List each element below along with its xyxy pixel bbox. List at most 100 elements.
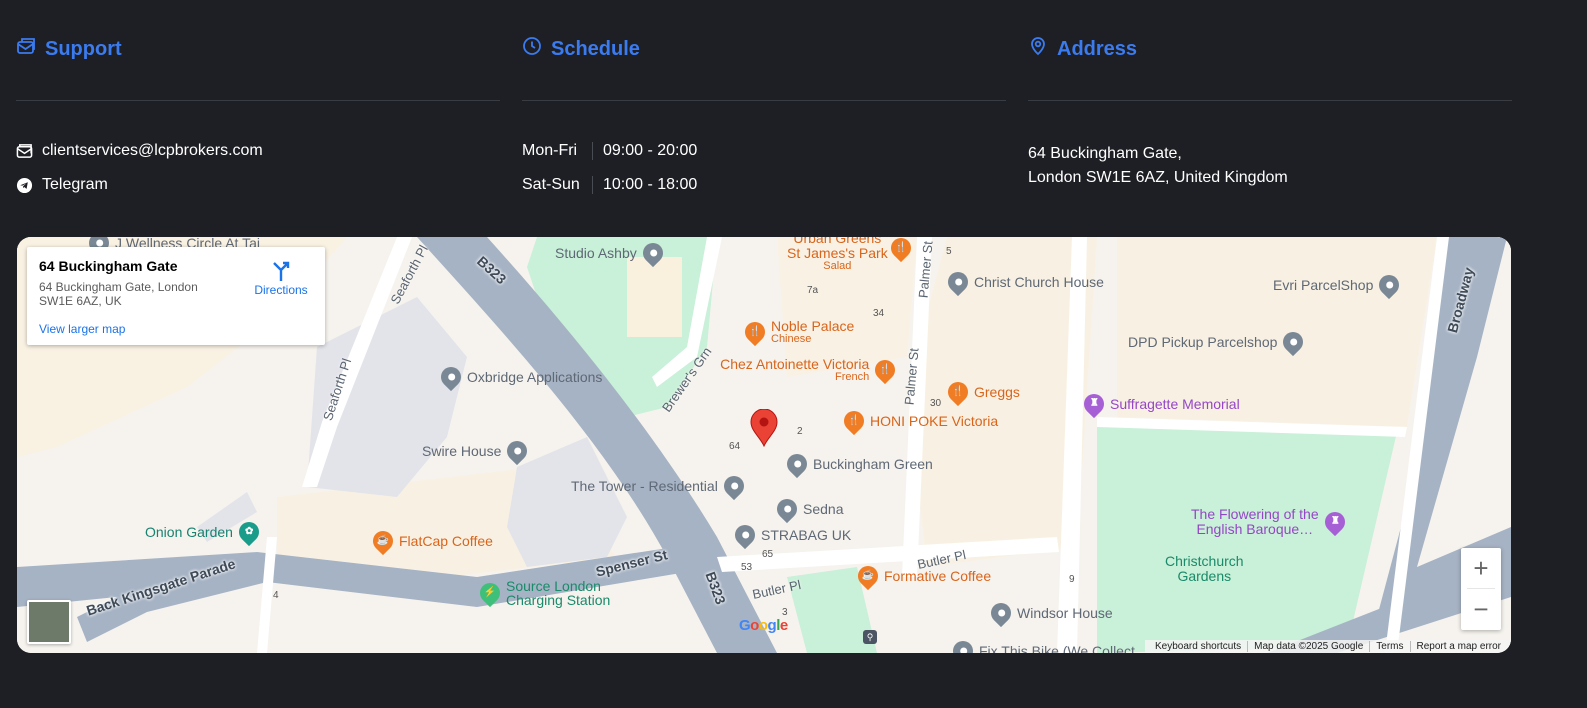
schedule-hours: 09:00 - 20:00 [603,142,698,159]
monument-icon: ♜ [1079,389,1109,419]
poi-christ-church-house[interactable]: Christ Church House [943,267,1104,297]
poi-chez-antoinette[interactable]: Chez Antoinette Victoria French 🍴 [717,355,900,385]
house-number: 30 [930,398,942,409]
bike-icon: ⚲ [863,630,877,644]
zoom-controls: + − [1461,548,1501,630]
support-title: Support [45,37,122,60]
place-pin-icon [772,494,802,524]
place-pin-icon [1375,270,1404,300]
telegram-row: Telegram [16,176,108,194]
poi-the-tower[interactable]: The Tower - Residential [571,471,748,501]
charging-icon: ⚡ [475,578,505,608]
clock-icon [522,36,542,62]
place-pin-icon [730,520,760,550]
keyboard-shortcuts-link[interactable]: Keyboard shortcuts [1149,641,1247,652]
place-pin-icon [782,449,812,479]
restaurant-icon: 🍴 [740,317,770,347]
house-number: 4 [273,590,279,601]
poi-buckingham-green[interactable]: Buckingham Green [782,449,933,479]
poi-source-london[interactable]: ⚡ Source London Charging Station [475,578,610,608]
directions-label: Directions [254,283,308,297]
place-name: 64 Buckingham Gate [39,258,178,274]
house-number: 7a [807,285,819,296]
place-pin-icon [719,471,748,501]
place-pin-icon [986,598,1016,628]
poi-restaurant-pin[interactable]: 🍴 [886,237,916,263]
divider [16,100,500,101]
schedule-days: Mon-Fri [522,142,593,160]
schedule-heading: Schedule [522,36,640,62]
mail-icon [16,143,33,160]
house-number: 34 [873,308,885,319]
location-pin-icon [1028,36,1048,62]
place-pin-icon [436,362,466,392]
poi-noble-palace[interactable]: 🍴 Noble Palace Chinese [740,317,854,347]
location-marker-icon[interactable] [750,409,778,447]
poi-evri[interactable]: Evri ParcelShop [1273,270,1404,300]
directions-icon [273,261,290,281]
place-address: 64 Buckingham Gate, London SW1E 6AZ, UK [39,280,198,308]
poi-windsor[interactable]: Windsor House [986,598,1113,628]
poi-sedna[interactable]: Sedna [772,494,843,524]
place-pin-icon [943,267,973,297]
support-heading: Support [16,36,122,62]
email-row: clientservices@lcpbrokers.com [16,142,263,160]
poi-greggs[interactable]: 🍴 Greggs [943,377,1020,407]
google-logo: Google [739,617,788,634]
schedule-title: Schedule [551,37,640,60]
poi-honi-poke[interactable]: 🍴 HONI POKE Victoria [839,406,998,436]
schedule-row: Mon-Fri 09:00 - 20:00 [522,142,697,160]
house-number: 5 [946,246,952,257]
garden-icon: ✿ [234,517,264,547]
poi-suffragette[interactable]: ♜ Suffragette Memorial [1079,389,1240,419]
map-data-text: Map data ©2025 Google [1247,641,1369,652]
telegram-link[interactable]: Telegram [42,176,108,194]
telegram-icon [16,177,33,194]
house-number: 65 [762,549,774,560]
monument-icon: ♜ [1320,507,1349,537]
support-icon [16,36,36,62]
house-number: 2 [797,426,803,437]
place-pin-icon [503,436,532,466]
restaurant-icon: 🍴 [871,355,900,385]
terms-link[interactable]: Terms [1369,641,1409,652]
map-info-card: 64 Buckingham Gate 64 Buckingham Gate, L… [27,247,325,345]
house-number: 64 [729,441,741,452]
cafe-icon: ☕ [853,561,883,591]
view-larger-map-link[interactable]: View larger map [39,322,125,336]
poi-strabag[interactable]: STRABAG UK [730,520,851,550]
email-link[interactable]: clientservices@lcpbrokers.com [42,142,263,160]
address-text: 64 Buckingham Gate, London SW1E 6AZ, Uni… [1028,142,1288,190]
address-title: Address [1057,37,1138,60]
poi-swire-house[interactable]: Swire House [422,436,532,466]
directions-button[interactable]: Directions [249,259,313,297]
poi-oxbridge[interactable]: Oxbridge Applications [436,362,602,392]
address-line2: London SW1E 6AZ, United Kingdom [1028,169,1288,186]
map-attribution: Keyboard shortcuts Map data ©2025 Google… [1144,640,1511,653]
poi-flatcap[interactable]: ☕ FlatCap Coffee [368,526,493,556]
poi-formative[interactable]: ☕ Formative Coffee [853,561,991,591]
house-number: 9 [1069,574,1075,585]
house-number: 53 [741,562,753,573]
embedded-map[interactable]: B323 B323 Seaforth Pl Seaforth Pl Brewer… [17,237,1511,653]
satellite-toggle[interactable] [27,600,71,644]
restaurant-icon: 🍴 [943,377,973,407]
restaurant-icon: 🍴 [839,406,869,436]
poi-dpd[interactable]: DPD Pickup Parcelshop [1128,327,1308,357]
poi-flowering[interactable]: The Flowering of the English Baroque… ♜ [1191,507,1349,537]
divider [522,100,1006,101]
poi-fix-this-bike[interactable]: Fix This Bike (We Collect [948,636,1135,653]
place-pin-icon [638,238,667,268]
poi-onion-garden[interactable]: Onion Garden ✿ [145,517,264,547]
address-heading: Address [1028,36,1137,62]
poi-christchurch-gardens[interactable]: Christchurch Gardens [1165,554,1244,584]
address-line1: 64 Buckingham Gate, [1028,145,1182,162]
zoom-in-button[interactable]: + [1461,548,1501,588]
poi-studio-ashby[interactable]: Studio Ashby [555,238,667,268]
place-pin-icon [1279,327,1308,357]
poi-urban-greens[interactable]: Urban Greens St James's Park Salad [787,237,888,272]
report-error-link[interactable]: Report a map error [1409,641,1507,652]
zoom-out-button[interactable]: − [1461,589,1501,629]
divider [1028,100,1512,101]
cafe-icon: ☕ [368,526,398,556]
